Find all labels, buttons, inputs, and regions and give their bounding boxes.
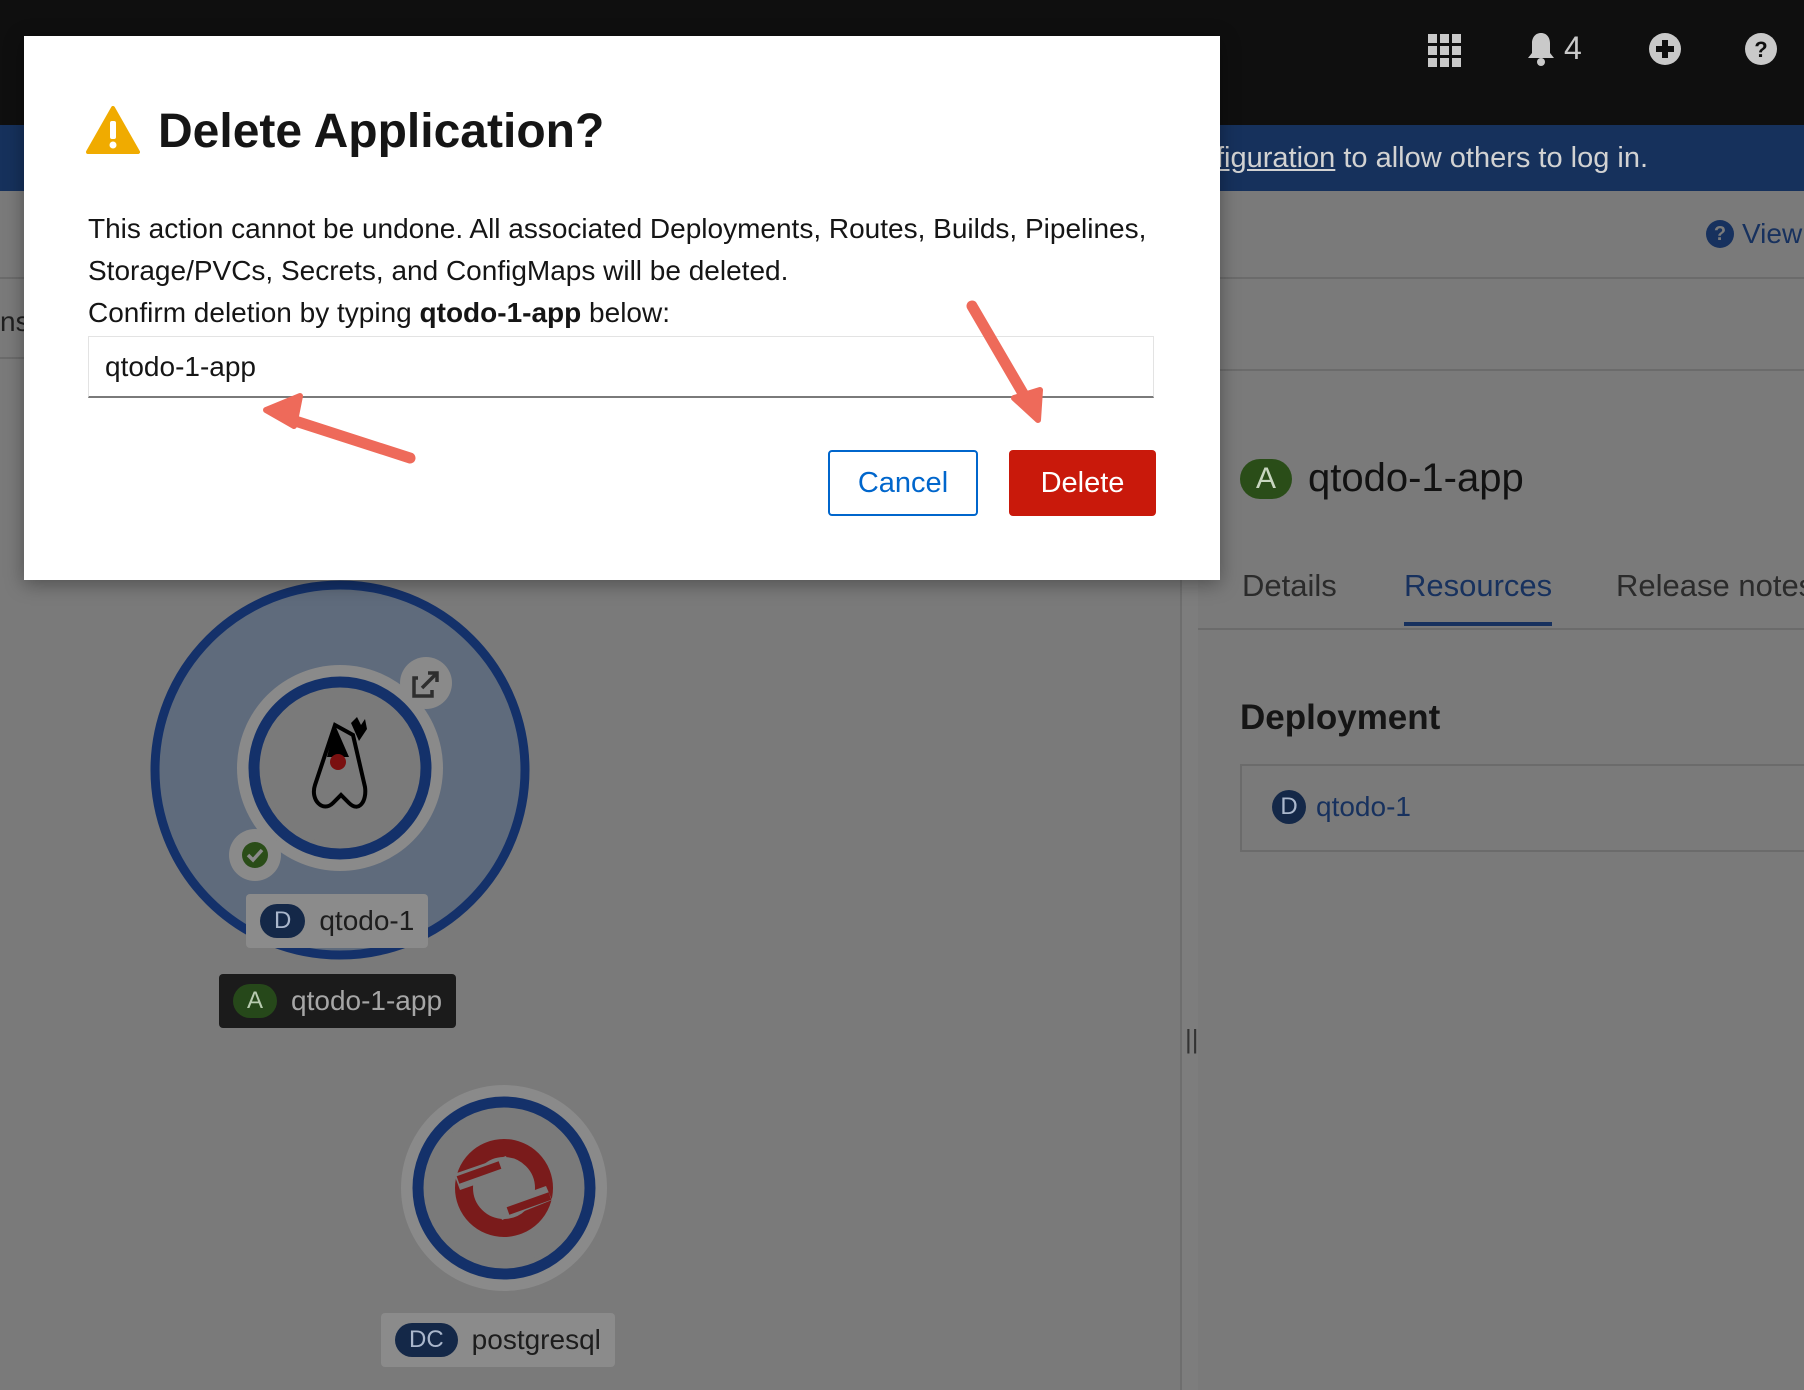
- modal-title: Delete Application?: [158, 105, 605, 158]
- confirm-name-input[interactable]: [88, 336, 1154, 398]
- delete-button[interactable]: Delete: [1009, 450, 1156, 516]
- confirm-app-name: qtodo-1-app: [419, 297, 582, 328]
- warning-icon: [86, 106, 140, 154]
- modal-warning-text: This action cannot be undone. All associ…: [88, 213, 1147, 286]
- cancel-button[interactable]: Cancel: [828, 450, 978, 516]
- modal-body: This action cannot be undone. All associ…: [88, 208, 1168, 334]
- delete-application-modal: Delete Application? This action cannot b…: [24, 36, 1220, 580]
- modal-confirm-text: Confirm deletion by typing qtodo-1-app b…: [88, 297, 670, 328]
